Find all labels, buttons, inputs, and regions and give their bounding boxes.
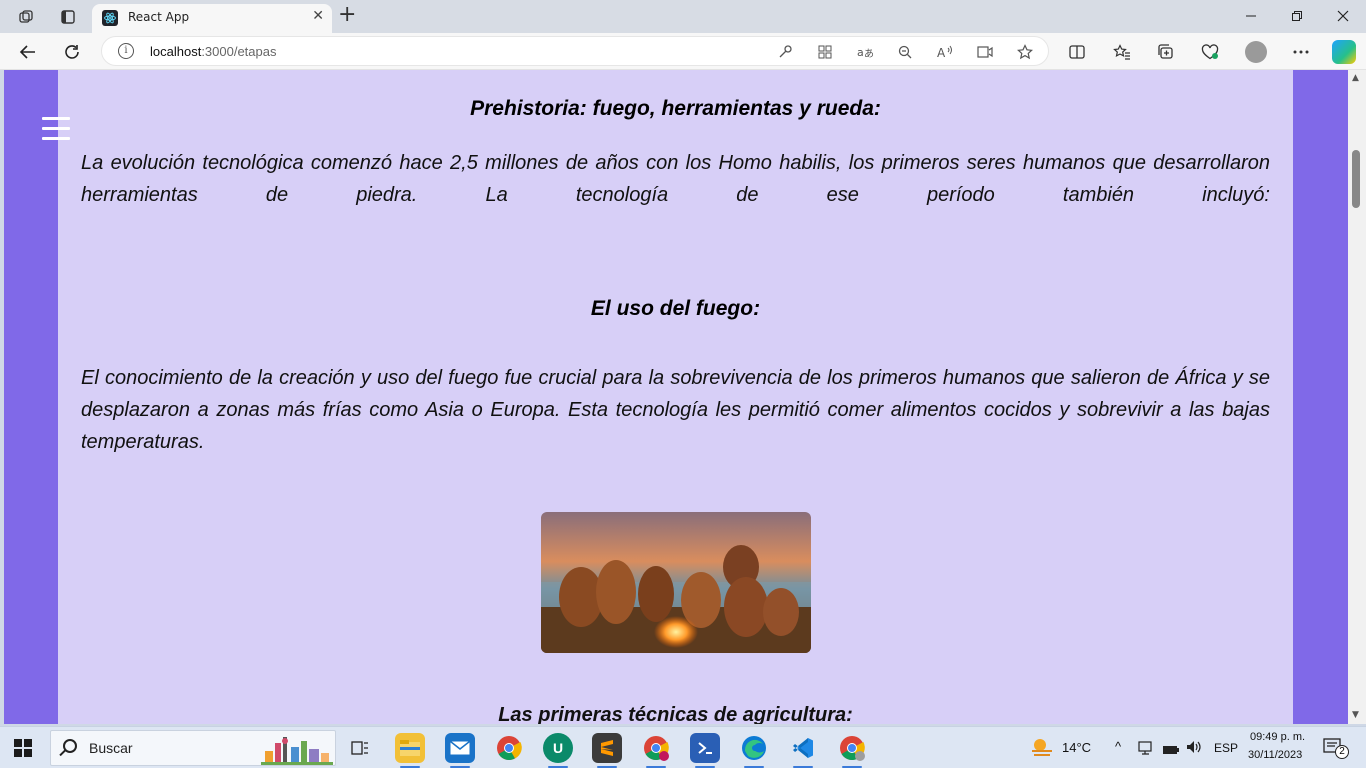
taskbar-search-box[interactable]: Buscar	[50, 730, 336, 766]
scroll-down-icon[interactable]: ▼	[1352, 710, 1359, 720]
read-aloud-icon[interactable]: A	[935, 42, 955, 62]
search-icon	[63, 739, 77, 753]
clock-date[interactable]: 30/11/2023	[1248, 749, 1302, 761]
browser-toolbar: i localhost:3000/etapas aあ A	[0, 33, 1366, 70]
collections-icon[interactable]	[1153, 39, 1179, 65]
new-tab-button[interactable]: +	[338, 2, 356, 28]
react-icon	[102, 10, 118, 26]
address-url[interactable]: localhost:3000/etapas	[150, 44, 277, 59]
tab-title: React App	[128, 10, 190, 24]
clock-time[interactable]: 09:49 p. m.	[1250, 731, 1305, 743]
zoom-out-icon[interactable]	[895, 42, 915, 62]
powershell-icon[interactable]	[690, 733, 720, 768]
battery-icon[interactable]	[1162, 741, 1180, 760]
scrollbar-thumb[interactable]	[1352, 150, 1360, 208]
task-view-icon[interactable]	[345, 733, 375, 763]
search-placeholder: Buscar	[89, 740, 133, 756]
windows-taskbar: Buscar U 14°C ^ ESP 09:49 p. m. 30/11/20…	[0, 726, 1366, 768]
immersive-reader-icon[interactable]	[975, 42, 995, 62]
page-scrollbar[interactable]: ▲ ▼	[1348, 70, 1366, 724]
restore-icon[interactable]	[1274, 4, 1320, 28]
chrome-second-profile-icon[interactable]	[837, 733, 867, 768]
tab-react-app[interactable]: React App ✕	[92, 4, 332, 33]
scroll-up-icon[interactable]: ▲	[1352, 73, 1359, 83]
sublime-text-icon[interactable]	[592, 733, 622, 768]
split-screen-icon[interactable]	[1064, 39, 1090, 65]
tab-actions-icon[interactable]	[54, 4, 82, 30]
profile-avatar[interactable]	[1245, 41, 1267, 63]
weather-temperature[interactable]: 14°C	[1062, 740, 1091, 755]
favorites-icon[interactable]	[1109, 39, 1135, 65]
notifications-icon[interactable]: 2	[1323, 737, 1349, 759]
page-title: Prehistoria: fuego, herramientas y rueda…	[470, 97, 881, 120]
main-content: Prehistoria: fuego, herramientas y rueda…	[58, 70, 1293, 724]
workspaces-icon[interactable]	[12, 4, 40, 30]
chrome-icon[interactable]	[494, 733, 524, 763]
volume-icon[interactable]	[1185, 739, 1203, 759]
svg-text:a: a	[857, 46, 864, 59]
edge-icon[interactable]	[739, 733, 769, 768]
minimize-icon[interactable]	[1228, 4, 1274, 28]
apps-icon[interactable]	[815, 42, 835, 62]
refresh-icon[interactable]	[59, 39, 85, 65]
close-tab-icon[interactable]: ✕	[312, 8, 324, 24]
show-hidden-icons-icon[interactable]: ^	[1115, 739, 1121, 754]
vscode-icon[interactable]	[788, 733, 818, 768]
svg-text:A: A	[937, 46, 946, 59]
city-skyline-icon	[261, 737, 333, 765]
close-window-icon[interactable]	[1320, 4, 1366, 28]
windows-start-icon[interactable]	[14, 739, 32, 757]
hamburger-menu-icon[interactable]	[42, 117, 70, 143]
more-options-icon[interactable]	[1288, 39, 1314, 65]
favorite-star-icon[interactable]	[1015, 42, 1035, 62]
mail-icon[interactable]	[445, 733, 475, 768]
upwork-app-icon[interactable]: U	[543, 733, 573, 768]
weather-icon[interactable]	[1030, 737, 1054, 761]
notification-count-badge: 2	[1335, 745, 1349, 759]
intro-paragraph: La evolución tecnológica comenzó hace 2,…	[81, 152, 1270, 206]
address-host: localhost	[150, 44, 202, 59]
copilot-icon[interactable]	[1332, 40, 1356, 64]
network-icon[interactable]	[1138, 740, 1156, 760]
browser-tab-strip: React App ✕ +	[0, 0, 1366, 33]
page-viewport: Prehistoria: fuego, herramientas y rueda…	[4, 70, 1348, 724]
address-path: :3000/etapas	[201, 44, 277, 59]
key-icon[interactable]	[775, 42, 795, 62]
file-explorer-icon[interactable]	[395, 733, 425, 768]
site-info-icon[interactable]: i	[118, 43, 134, 59]
browser-essentials-icon[interactable]	[1197, 39, 1223, 65]
back-icon[interactable]	[15, 39, 41, 65]
svg-text:あ: あ	[864, 48, 873, 59]
chrome-profile-icon[interactable]	[641, 733, 671, 768]
translate-icon[interactable]: aあ	[855, 42, 875, 62]
fire-heading: El uso del fuego:	[590, 297, 761, 320]
address-bar[interactable]: i localhost:3000/etapas aあ A	[101, 36, 1049, 66]
prehistoric-fire-image	[541, 512, 811, 653]
fire-paragraph: El conocimiento de la creación y uso del…	[81, 367, 1270, 453]
keyboard-language[interactable]: ESP	[1214, 741, 1238, 755]
agriculture-heading: Las primeras técnicas de agricultura:	[498, 704, 853, 724]
